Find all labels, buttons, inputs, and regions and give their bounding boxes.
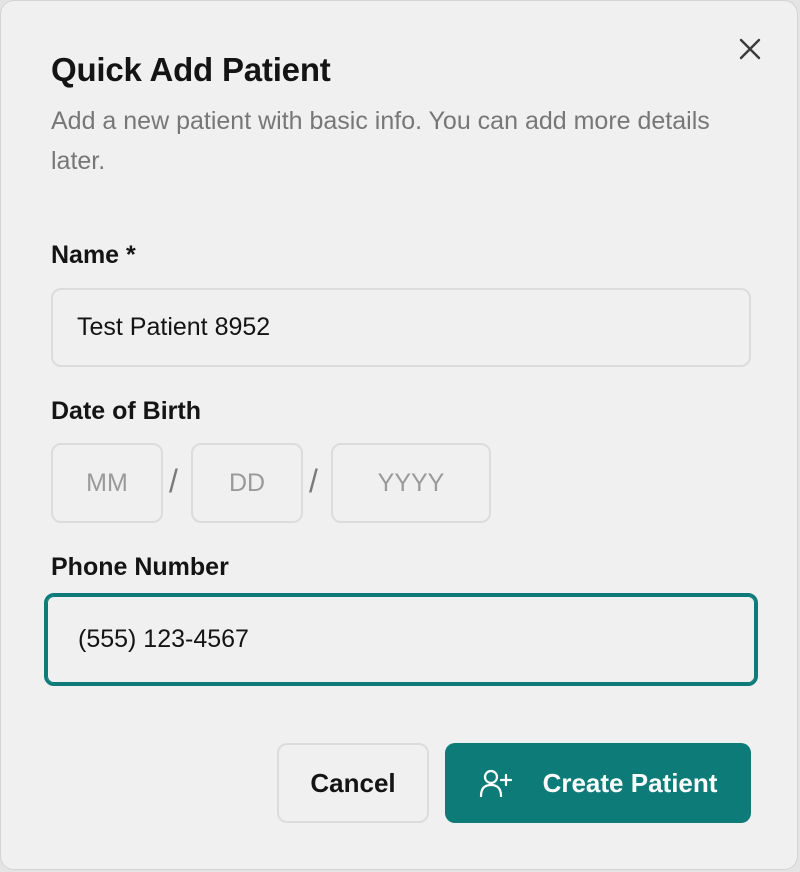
close-icon [739,38,761,65]
cancel-button-label: Cancel [310,767,396,798]
close-button[interactable] [734,35,766,67]
phone-label: Phone Number [51,553,229,581]
create-patient-button[interactable]: Create Patient [445,743,751,823]
cancel-button[interactable]: Cancel [277,743,429,823]
phone-input[interactable] [44,593,758,686]
create-patient-button-label: Create Patient [542,767,718,798]
user-plus-icon [479,768,513,798]
dob-year-input[interactable] [331,443,491,523]
dialog-subtitle: Add a new patient with basic info. You c… [51,107,710,175]
quick-add-patient-dialog: Quick Add Patient Add a new patient with… [0,0,798,870]
dob-day-input[interactable] [191,443,303,523]
dob-month-input[interactable] [51,443,163,523]
dialog-title: Quick Add Patient [51,51,331,88]
dob-separator: / [309,463,318,499]
dob-separator: / [169,463,178,499]
name-label: Name * [51,241,136,269]
name-input[interactable] [51,288,751,367]
dob-label: Date of Birth [51,397,201,425]
